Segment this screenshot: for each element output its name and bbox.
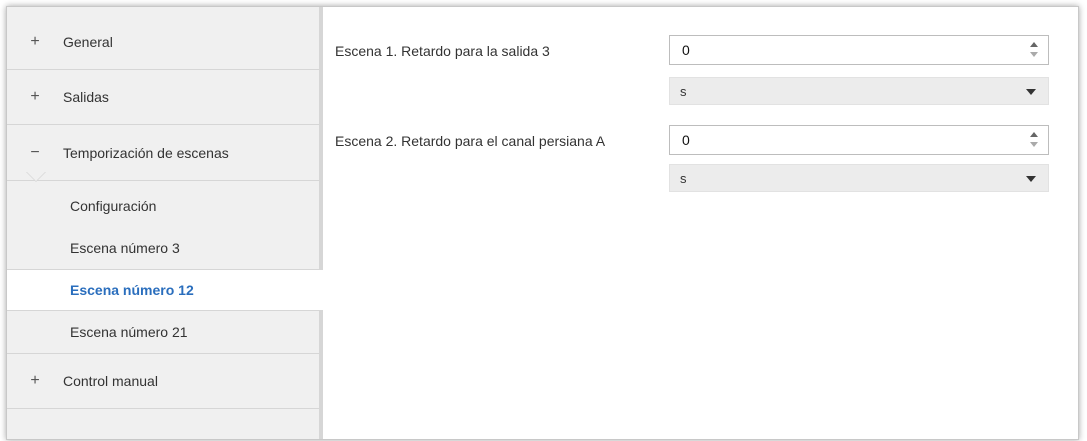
- unit-select-escena-2[interactable]: s: [669, 164, 1049, 192]
- sidebar-item-label: Temporización de escenas: [63, 144, 229, 161]
- param-label-escena-2: Escena 2. Retardo para el canal persiana…: [335, 133, 606, 149]
- group-pointer-fill: [27, 172, 45, 181]
- sidebar-item-control-manual[interactable]: + Control manual: [7, 354, 319, 409]
- spinner-up-icon[interactable]: [1030, 42, 1038, 47]
- delay-input-escena-1[interactable]: 0: [669, 35, 1049, 65]
- spinner-arrows[interactable]: [1030, 40, 1040, 60]
- sidebar-item-label: General: [63, 34, 113, 50]
- unit-value: s: [680, 171, 687, 186]
- unit-select-escena-1[interactable]: s: [669, 77, 1049, 105]
- spinner-down-icon[interactable]: [1030, 142, 1038, 147]
- sidebar-item-label: Salidas: [63, 89, 109, 105]
- expand-plus-icon: +: [30, 33, 40, 50]
- chevron-down-icon: [1026, 89, 1036, 95]
- delay-input-escena-2[interactable]: 0: [669, 125, 1049, 155]
- expand-plus-icon: +: [30, 88, 40, 105]
- spinner-up-icon[interactable]: [1030, 132, 1038, 137]
- param-label-escena-1: Escena 1. Retardo para la salida 3: [335, 43, 550, 59]
- sidebar-item-salidas[interactable]: + Salidas: [7, 70, 319, 125]
- chevron-down-icon: [1026, 176, 1036, 182]
- sidebar-subitem-escena-3[interactable]: Escena número 3: [7, 227, 319, 269]
- sidebar-item-temporizacion-escenas[interactable]: − Temporización de escenas: [7, 125, 319, 182]
- unit-value: s: [680, 84, 687, 99]
- sidebar-subitem-configuracion[interactable]: Configuración: [7, 185, 319, 227]
- sidebar-subgroup: Configuración Escena número 3 Escena núm…: [7, 180, 323, 354]
- parameter-panel: Escena 1. Retardo para la salida 3 0 s E…: [323, 7, 1078, 439]
- collapse-minus-icon: −: [30, 143, 40, 161]
- parameters-window: + General + Salidas − Temporización de e…: [6, 6, 1079, 440]
- spinner-down-icon[interactable]: [1030, 52, 1038, 57]
- sidebar-subitem-escena-12[interactable]: Escena número 12: [7, 269, 323, 311]
- expand-plus-icon: +: [30, 372, 40, 389]
- sidebar: + General + Salidas − Temporización de e…: [7, 7, 323, 439]
- sidebar-subitem-escena-21[interactable]: Escena número 21: [7, 311, 319, 353]
- delay-value: 0: [682, 132, 690, 148]
- spinner-arrows[interactable]: [1030, 130, 1040, 150]
- sidebar-item-general[interactable]: + General: [7, 15, 319, 70]
- delay-value: 0: [682, 42, 690, 58]
- sidebar-top-band: [7, 7, 319, 15]
- sidebar-item-label: Control manual: [63, 373, 158, 389]
